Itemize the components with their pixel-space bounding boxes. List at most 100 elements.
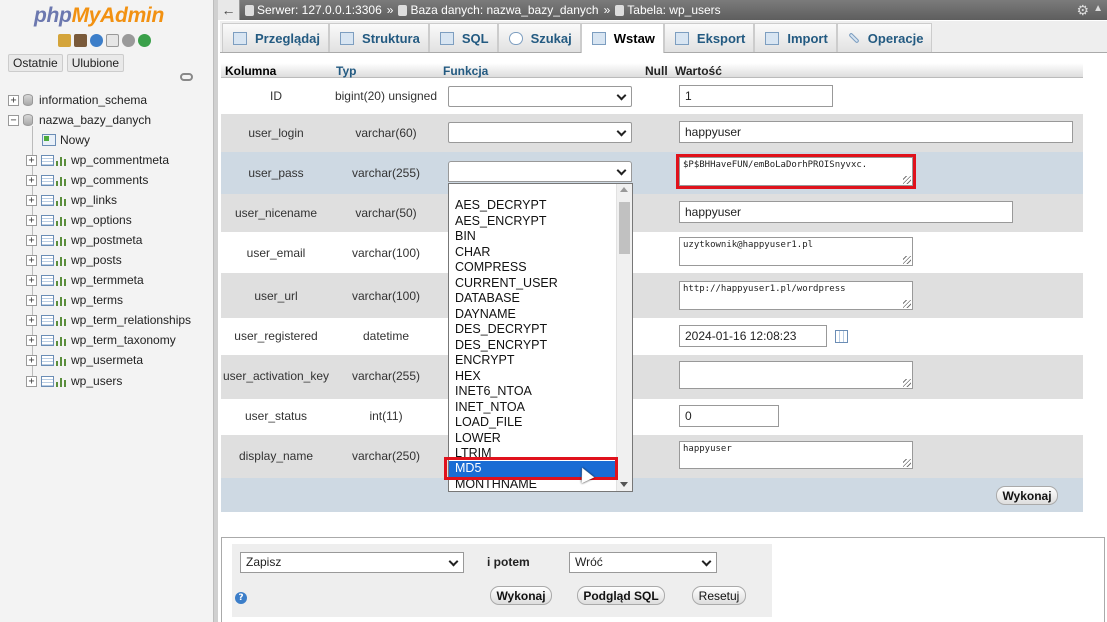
value-textarea-user-activation-key[interactable] (679, 361, 913, 389)
breadcrumb-table-label[interactable]: Tabela: wp_users (627, 3, 720, 17)
reset-button[interactable]: Resetuj (692, 586, 746, 605)
help-icon[interactable] (90, 34, 103, 47)
preview-sql-button[interactable]: Podgląd SQL (577, 586, 665, 605)
tree-table[interactable]: + wp_posts (26, 251, 122, 269)
breadcrumb-database[interactable]: Baza danych: nazwa_bazy_danych (398, 3, 599, 17)
calendar-icon[interactable] (835, 330, 848, 343)
value-input-user-nicename[interactable]: happyuser (679, 201, 1013, 223)
tree-table[interactable]: + wp_termmeta (26, 271, 144, 289)
tree-table[interactable]: + wp_options (26, 211, 132, 229)
expand-icon[interactable]: + (26, 174, 37, 186)
tab-operations[interactable]: Operacje (836, 23, 933, 52)
tree-table-label[interactable]: wp_comments (71, 173, 148, 187)
breadcrumb-table[interactable]: Tabela: wp_users (615, 3, 721, 17)
tree-table[interactable]: + wp_postmeta (26, 231, 142, 249)
docs-icon[interactable] (106, 34, 119, 47)
dropdown-option[interactable]: AES_ENCRYPT (449, 214, 617, 230)
dropdown-option[interactable]: DES_ENCRYPT (449, 338, 617, 354)
dropdown-option[interactable]: AES_DECRYPT (449, 198, 617, 214)
collapse-icon[interactable]: − (8, 114, 19, 126)
expand-icon[interactable]: + (26, 194, 37, 206)
dropdown-option[interactable]: COMPRESS (449, 260, 617, 276)
after-insert-select[interactable]: Wróć (569, 552, 717, 573)
tree-table[interactable]: + wp_commentmeta (26, 151, 169, 169)
tree-table[interactable]: + wp_comments (26, 171, 148, 189)
expand-icon[interactable]: + (26, 375, 37, 387)
expand-icon[interactable]: + (26, 154, 37, 166)
tree-table[interactable]: + wp_term_taxonomy (26, 331, 176, 349)
expand-icon[interactable]: + (26, 294, 37, 306)
dropdown-option[interactable]: CHAR (449, 245, 617, 261)
tree-table[interactable]: + wp_term_relationships (26, 311, 191, 329)
dropdown-option[interactable]: LOAD_FILE (449, 415, 617, 431)
dropdown-option[interactable]: CURRENT_USER (449, 276, 617, 292)
nav-tab-favorites[interactable]: Ulubione (66, 54, 125, 72)
scroll-thumb[interactable] (619, 202, 630, 254)
dropdown-option[interactable]: DATABASE (449, 291, 617, 307)
tree-table-label[interactable]: wp_links (71, 193, 117, 207)
tree-table[interactable]: + wp_usermeta (26, 351, 143, 369)
tree-table-label[interactable]: wp_usermeta (71, 353, 143, 367)
dropdown-option[interactable]: DES_DECRYPT (449, 322, 617, 338)
back-arrow-icon[interactable]: ← (218, 0, 240, 20)
tree-table-label[interactable]: wp_postmeta (71, 233, 142, 247)
tree-table-label[interactable]: wp_term_taxonomy (71, 333, 176, 347)
dropdown-option[interactable]: HEX (449, 369, 617, 385)
link-icon[interactable] (180, 73, 193, 81)
gear-icon[interactable]: ⚙ (1076, 2, 1089, 19)
tree-table-label[interactable]: wp_users (71, 374, 122, 388)
tab-export[interactable]: Eksport (663, 23, 755, 52)
tab-sql[interactable]: SQL (428, 23, 498, 52)
tree-table-label[interactable]: wp_termmeta (71, 273, 144, 287)
tree-db-information-schema[interactable]: + information_schema (8, 91, 147, 109)
tab-structure[interactable]: Struktura (329, 23, 429, 52)
breadcrumb-server-label[interactable]: Serwer: 127.0.0.1:3306 (257, 3, 382, 17)
header-type[interactable]: Typ (336, 64, 356, 78)
expand-icon[interactable]: + (26, 334, 37, 346)
dropdown-option[interactable]: DAYNAME (449, 307, 617, 323)
breadcrumb-database-label[interactable]: Baza danych: nazwa_bazy_danych (410, 3, 598, 17)
expand-icon[interactable]: + (26, 354, 37, 366)
tab-search[interactable]: Szukaj (497, 23, 581, 52)
tree-db-label[interactable]: information_schema (39, 93, 147, 107)
tab-browse[interactable]: Przeglądaj (222, 23, 330, 52)
execute-button-bottom[interactable]: Wykonaj (490, 586, 552, 605)
scroll-up-icon[interactable] (620, 187, 628, 192)
value-textarea-user-email[interactable]: uzytkownik@happyuser1.pl (679, 237, 913, 266)
dropdown-option[interactable]: LOWER (449, 431, 617, 447)
action-select[interactable]: Zapisz (240, 552, 464, 573)
expand-icon[interactable]: + (26, 254, 37, 266)
value-input-id[interactable]: 1 (679, 85, 833, 107)
tree-table-label[interactable]: wp_terms (71, 293, 123, 307)
expand-icon[interactable]: + (26, 234, 37, 246)
home-icon[interactable] (58, 34, 71, 47)
expand-icon[interactable]: + (8, 94, 19, 106)
tree-table[interactable]: + wp_users (26, 372, 122, 390)
function-dropdown-list[interactable]: AES_DECRYPT AES_ENCRYPT BIN CHAR COMPRES… (448, 183, 633, 492)
value-textarea-user-url[interactable]: http://happyuser1.pl/wordpress (679, 281, 913, 310)
tab-import[interactable]: Import (754, 23, 837, 52)
tree-db-label[interactable]: nazwa_bazy_danych (39, 113, 151, 127)
expand-icon[interactable]: + (26, 274, 37, 286)
settings-icon[interactable] (122, 34, 135, 47)
value-input-user-registered[interactable]: 2024-01-16 12:08:23 (679, 325, 827, 347)
tree-table-label[interactable]: wp_options (71, 213, 132, 227)
tab-insert[interactable]: Wstaw (580, 23, 664, 53)
tree-table-label[interactable]: wp_posts (71, 253, 122, 267)
nav-tab-recent[interactable]: Ostatnie (8, 54, 63, 72)
collapse-arrow-icon[interactable]: ▲ (1093, 3, 1103, 14)
expand-icon[interactable]: + (26, 214, 37, 226)
dropdown-option[interactable]: ENCRYPT (449, 353, 617, 369)
dropdown-option[interactable]: INET6_NTOA (449, 384, 617, 400)
dropdown-option[interactable]: INET_NTOA (449, 400, 617, 416)
header-function[interactable]: Funkcja (443, 64, 488, 78)
logout-icon[interactable] (74, 34, 87, 47)
tree-table[interactable]: + wp_links (26, 191, 117, 209)
tree-item-new[interactable]: Nowy (42, 131, 90, 149)
tree-table-label[interactable]: wp_commentmeta (71, 153, 169, 167)
tree-new-label[interactable]: Nowy (60, 133, 90, 147)
value-textarea-display-name[interactable]: happyuser (679, 441, 913, 469)
dropdown-option[interactable]: BIN (449, 229, 617, 245)
execute-button[interactable]: Wykonaj (996, 486, 1058, 505)
tree-db-nazwa-bazy-danych[interactable]: − nazwa_bazy_danych (8, 111, 151, 129)
